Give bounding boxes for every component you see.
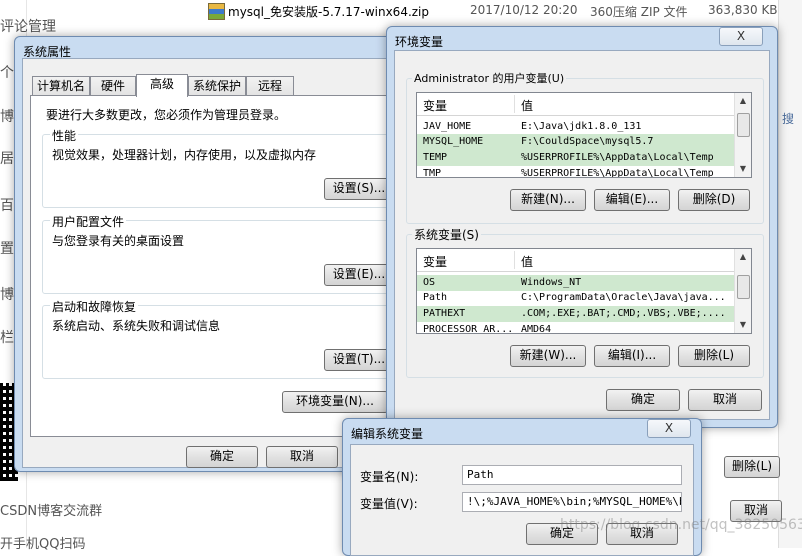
var-value: Windows_NT — [521, 277, 582, 288]
sidebar-fragment: 个 — [0, 65, 14, 81]
table-row[interactable]: OS Windows_NT — [417, 275, 735, 291]
var-name: MYSQL_HOME — [423, 136, 484, 147]
startup-recovery-label: 启动和故障恢复 — [50, 298, 139, 315]
user-list-scrollbar[interactable]: ▲ ▼ — [734, 93, 751, 177]
performance-label: 性能 — [50, 127, 79, 144]
user-profiles-description: 与您登录有关的桌面设置 — [52, 234, 185, 248]
system-edit-button[interactable]: 编辑(I)... — [594, 345, 670, 367]
file-name: mysql_免安装版-5.7.17-winx64.zip — [228, 5, 430, 19]
scroll-thumb[interactable] — [737, 113, 750, 137]
scroll-up-icon[interactable]: ▲ — [735, 93, 751, 109]
background-search-fragment: 搜 — [782, 112, 795, 126]
table-row[interactable]: TMP %USERPROFILE%\AppData\Local\Temp — [417, 166, 735, 178]
close-icon[interactable]: X — [647, 419, 691, 438]
sysprops-cancel-button[interactable]: 取消 — [266, 446, 338, 468]
qq-group-label: CSDN博客交流群 — [0, 504, 103, 519]
list-header: 变量 值 — [417, 93, 735, 116]
sidebar-fragment: 居 — [0, 151, 14, 167]
var-name: PATHEXT — [423, 308, 466, 319]
envvars-cancel-button[interactable]: 取消 — [688, 389, 762, 411]
variable-name-label: 变量名(N): — [360, 470, 419, 484]
system-variables-list: 变量 值 OS Windows_NT Path C:\ProgramData\O… — [416, 248, 752, 334]
scroll-up-icon[interactable]: ▲ — [735, 249, 751, 265]
sidebar-fragment: 博 — [0, 109, 14, 125]
table-row[interactable]: JAV_HOME E:\Java\jdk1.8.0_131 — [417, 119, 735, 135]
system-variables-label: 系统变量(S) — [412, 226, 481, 243]
variable-name-field[interactable]: Path — [462, 465, 682, 485]
table-row[interactable]: Path C:\ProgramData\Oracle\Java\java... — [417, 290, 735, 306]
performance-description: 视觉效果，处理器计划，内存使用，以及虚拟内存 — [52, 148, 317, 162]
envvars-ok-button[interactable]: 确定 — [606, 389, 680, 411]
list-header: 变量 值 — [417, 249, 735, 272]
background-delete-button[interactable]: 删除(L) — [724, 456, 780, 478]
table-row[interactable]: TEMP %USERPROFILE%\AppData\Local\Temp — [417, 150, 735, 166]
user-variables-list: 变量 值 JAV_HOME E:\Java\jdk1.8.0_131 MYSQL… — [416, 92, 752, 178]
file-size: 363,830 KB — [708, 3, 778, 17]
background-window-edge — [778, 0, 802, 548]
var-name: TEMP — [423, 152, 448, 163]
column-variable[interactable]: 变量 — [423, 97, 447, 114]
table-row[interactable]: MYSQL_HOME F:\CouldSpace\mysql5.7 — [417, 134, 735, 150]
user-variables-label: Administrator 的用户变量(U) — [412, 70, 567, 86]
var-name: Path — [423, 292, 448, 303]
table-row[interactable]: PATHEXT .COM;.EXE;.BAT;.CMD;.VBS;.VBE;..… — [417, 306, 735, 322]
var-value: C:\ProgramData\Oracle\Java\java... — [521, 292, 726, 303]
scroll-thumb[interactable] — [737, 275, 750, 299]
var-name: OS — [423, 277, 436, 288]
column-value[interactable]: 值 — [521, 253, 533, 270]
window-title: 环境变量 — [395, 35, 444, 49]
scroll-down-icon[interactable]: ▼ — [735, 161, 751, 177]
user-profiles-settings-button[interactable]: 设置(E)... — [324, 264, 394, 286]
var-value: %USERPROFILE%\AppData\Local\Temp — [521, 152, 714, 163]
startup-recovery-description: 系统启动、系统失败和调试信息 — [52, 319, 221, 333]
user-edit-button[interactable]: 编辑(E)... — [594, 189, 670, 211]
qq-scan-label: 开手机QQ扫码 — [0, 537, 86, 552]
var-name: TMP — [423, 168, 442, 178]
startup-settings-button[interactable]: 设置(T)... — [324, 349, 394, 371]
column-variable[interactable]: 变量 — [423, 253, 447, 270]
admin-notice: 要进行大多数更改，您必须作为管理员登录。 — [46, 108, 287, 122]
user-delete-button[interactable]: 删除(D) — [678, 189, 750, 211]
user-new-button[interactable]: 新建(N)... — [510, 189, 586, 211]
sysprops-ok-button[interactable]: 确定 — [186, 446, 258, 468]
performance-settings-button[interactable]: 设置(S)... — [324, 178, 394, 200]
var-value: .COM;.EXE;.BAT;.CMD;.VBS;.VBE;.... — [521, 308, 726, 319]
sidebar-fragment: 百 — [0, 198, 14, 214]
var-name: JAV_HOME — [423, 121, 472, 132]
system-list-scrollbar[interactable]: ▲ ▼ — [734, 249, 751, 333]
variable-value-label: 变量值(V): — [360, 497, 418, 511]
var-name: PROCESSOR_AR... — [423, 324, 514, 334]
environment-variables-button[interactable]: 环境变量(N)... — [282, 391, 388, 413]
system-delete-button[interactable]: 删除(L) — [678, 345, 750, 367]
zip-archive-icon — [208, 3, 225, 20]
variable-value-field[interactable]: !\;%JAVA_HOME%\bin;%MYSQL_HOME%\bin; — [462, 492, 682, 512]
watermark-text: https://blog.csdn.net/qq_38250563 — [560, 517, 802, 533]
close-icon[interactable]: X — [719, 27, 763, 46]
sidebar-fragment: 博 — [0, 287, 14, 303]
tab-advanced[interactable]: 高级 — [136, 74, 188, 97]
system-new-button[interactable]: 新建(W)... — [510, 345, 586, 367]
var-value: F:\CouldSpace\mysql5.7 — [521, 136, 654, 147]
sidebar-fragment: 栏 — [0, 330, 14, 346]
scroll-down-icon[interactable]: ▼ — [735, 317, 751, 333]
tab-remote[interactable]: 远程 — [246, 76, 294, 95]
tab-computer-name[interactable]: 计算机名 — [32, 76, 90, 95]
tab-hardware[interactable]: 硬件 — [90, 76, 136, 95]
var-value: AMD64 — [521, 324, 552, 334]
file-type: 360压缩 ZIP 文件 — [590, 5, 688, 19]
sidebar-link-comment-manage[interactable]: 评论管理 — [0, 16, 56, 36]
var-value: E:\Java\jdk1.8.0_131 — [521, 121, 642, 132]
user-profiles-label: 用户配置文件 — [50, 213, 127, 230]
file-date: 2017/10/12 20:20 — [470, 3, 578, 17]
tab-system-protection[interactable]: 系统保护 — [188, 76, 246, 95]
var-value: %USERPROFILE%\AppData\Local\Temp — [521, 168, 714, 178]
sidebar-fragment: 置 — [0, 241, 14, 257]
column-value[interactable]: 值 — [521, 97, 533, 114]
window-title: 编辑系统变量 — [351, 427, 424, 441]
table-row[interactable]: PROCESSOR_AR... AMD64 — [417, 322, 735, 334]
